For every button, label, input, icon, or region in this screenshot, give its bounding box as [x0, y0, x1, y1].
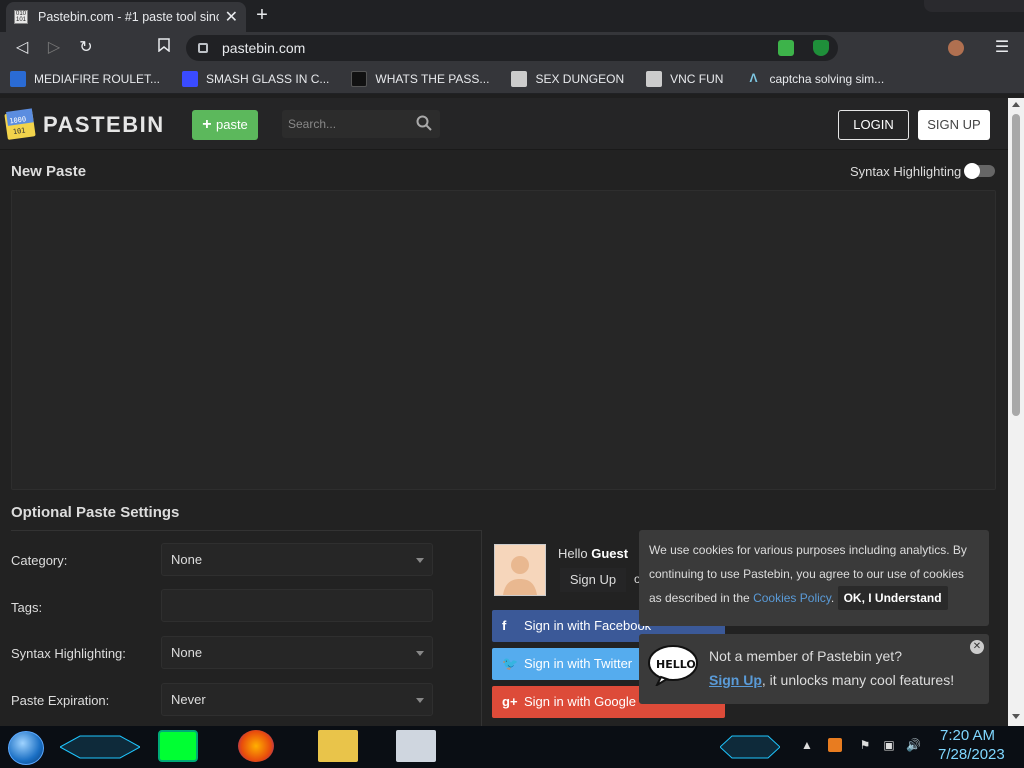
google-plus-icon: g+: [502, 694, 518, 709]
bookmark-site-icon: [511, 70, 528, 87]
member-popup-subtext: Sign Up, it unlocks many cool features!: [709, 672, 955, 688]
bookmark-item[interactable]: Λcaptcha solving sim...: [745, 71, 884, 87]
close-icon[interactable]: ✕: [970, 640, 984, 654]
chevron-down-icon: [416, 698, 424, 703]
file-explorer-icon[interactable]: [318, 730, 358, 762]
bookmarks-bar: MEDIAFIRE ROULET... SMASH GLASS IN C... …: [0, 64, 1024, 94]
close-tab-icon[interactable]: ✕: [225, 7, 238, 27]
scroll-down-icon[interactable]: [1012, 714, 1020, 719]
forward-icon[interactable]: ▷: [44, 38, 64, 58]
syntax-highlighting-label: Syntax Highlighting:: [11, 646, 126, 661]
bookmark-site-icon: Λ: [749, 70, 758, 85]
task-manager-icon[interactable]: [396, 730, 436, 762]
page-content: 1000 101 PASTEBIN + paste LOGIN SIGN UP …: [0, 98, 1008, 726]
chevron-down-icon: [416, 651, 424, 656]
menu-icon[interactable]: ☰: [992, 38, 1012, 58]
tags-input[interactable]: [161, 589, 433, 622]
search-input[interactable]: [288, 114, 408, 134]
profile-avatar-icon[interactable]: [948, 40, 964, 56]
paste-expiration-select[interactable]: Never: [161, 683, 433, 716]
cookie-banner: We use cookies for various purposes incl…: [639, 530, 989, 626]
bookmark-item[interactable]: VNC FUN: [646, 70, 723, 87]
new-tab-button[interactable]: +: [251, 5, 273, 27]
pastebin-favicon-icon: 010 101: [14, 10, 28, 24]
brand-name[interactable]: PASTEBIN: [43, 112, 165, 138]
chat-app-icon[interactable]: [158, 730, 198, 762]
mediafire-icon: [10, 70, 26, 87]
member-popup-text: Not a member of Pastebin yet?: [709, 648, 902, 664]
tags-label: Tags:: [11, 600, 43, 615]
syntax-toggle-label: Syntax Highlighting: [850, 164, 962, 179]
paste-expiration-label: Paste Expiration:: [11, 693, 110, 708]
reload-icon[interactable]: ↻: [76, 38, 96, 58]
avatar: [494, 544, 546, 596]
clock-date[interactable]: 7/28/2023: [938, 746, 1005, 763]
lock-icon: [198, 43, 208, 53]
show-hidden-icons-icon[interactable]: ▲: [800, 738, 814, 752]
divider: [11, 530, 481, 531]
url-text: pastebin.com: [222, 40, 306, 56]
twitter-icon: 🐦: [502, 656, 519, 671]
plus-icon: +: [202, 116, 216, 133]
taskbar-decoration: [60, 735, 140, 759]
tab-strip: 010 101 Pastebin.com - #1 paste tool sinc…: [0, 0, 1024, 32]
tray-app-icon[interactable]: [828, 738, 842, 752]
scrollbar-thumb[interactable]: [1012, 114, 1020, 416]
signup-button[interactable]: SIGN UP: [918, 110, 990, 140]
network-icon[interactable]: ▣: [882, 738, 896, 752]
login-button[interactable]: LOGIN: [838, 110, 909, 140]
address-bar[interactable]: pastebin.com: [186, 35, 838, 61]
member-popup: HELLO Not a member of Pastebin yet? Sign…: [639, 634, 989, 704]
category-select[interactable]: None: [161, 543, 433, 576]
flag-icon[interactable]: ⚑: [858, 738, 872, 752]
page-title: New Paste: [11, 163, 87, 180]
bookmark-site-icon: [351, 70, 368, 87]
new-paste-button[interactable]: + paste: [192, 110, 258, 140]
accept-cookies-button[interactable]: OK, I Understand: [837, 586, 948, 610]
search-box: [282, 110, 440, 138]
browser-toolbar: ◁ ▷ ↻ pastebin.com ☰: [0, 32, 1024, 64]
syntax-highlighting-toggle[interactable]: [964, 163, 995, 179]
firefox-icon[interactable]: [238, 730, 274, 762]
extension-shield-icon[interactable]: [813, 40, 829, 56]
guest-greeting: Hello Guest: [558, 546, 629, 561]
taskbar: ▲ ⚑ ▣ 🔊 7:20 AM 7/28/2023: [0, 726, 1024, 768]
browser-tab[interactable]: 010 101 Pastebin.com - #1 paste tool sinc…: [6, 2, 246, 32]
bookmark-site-icon: [646, 70, 663, 87]
optional-settings-title: Optional Paste Settings: [11, 504, 180, 521]
category-label: Category:: [11, 553, 68, 568]
divider: [481, 530, 482, 726]
clock-time[interactable]: 7:20 AM: [940, 727, 995, 744]
facebook-icon: f: [502, 618, 507, 633]
tab-title: Pastebin.com - #1 paste tool since: [38, 10, 219, 24]
search-icon[interactable]: [416, 115, 432, 131]
bookmark-item[interactable]: WHATS THE PASS...: [351, 70, 489, 87]
guest-signup-link[interactable]: Sign Up: [560, 568, 626, 592]
back-icon[interactable]: ◁: [12, 38, 32, 58]
bookmark-icon[interactable]: [154, 38, 174, 58]
taskbar-decoration: [720, 735, 780, 759]
paste-textarea[interactable]: [11, 190, 996, 490]
page-scrollbar[interactable]: [1008, 98, 1024, 726]
chevron-down-icon: [416, 558, 424, 563]
member-signup-link[interactable]: Sign Up: [709, 672, 762, 688]
extension-chat-icon[interactable]: [778, 40, 794, 56]
svg-text:HELLO: HELLO: [656, 658, 696, 671]
volume-icon[interactable]: 🔊: [906, 738, 921, 752]
cookies-policy-link[interactable]: Cookies Policy: [753, 591, 831, 605]
scroll-up-icon[interactable]: [1012, 102, 1020, 107]
site-header: 1000 101 PASTEBIN + paste LOGIN SIGN UP: [0, 98, 1008, 150]
window-controls: [924, 0, 1024, 12]
bookmark-site-icon: [182, 70, 199, 87]
bookmark-item[interactable]: SEX DUNGEON: [511, 70, 624, 87]
start-button[interactable]: [8, 731, 44, 765]
bookmark-item[interactable]: MEDIAFIRE ROULET...: [10, 70, 160, 87]
pastebin-logo-icon[interactable]: 1000 101: [4, 106, 38, 140]
toggle-knob: [964, 163, 980, 179]
hello-speech-bubble-icon: HELLO: [648, 645, 698, 686]
syntax-highlighting-select[interactable]: None: [161, 636, 433, 669]
bookmark-item[interactable]: SMASH GLASS IN C...: [182, 70, 329, 87]
